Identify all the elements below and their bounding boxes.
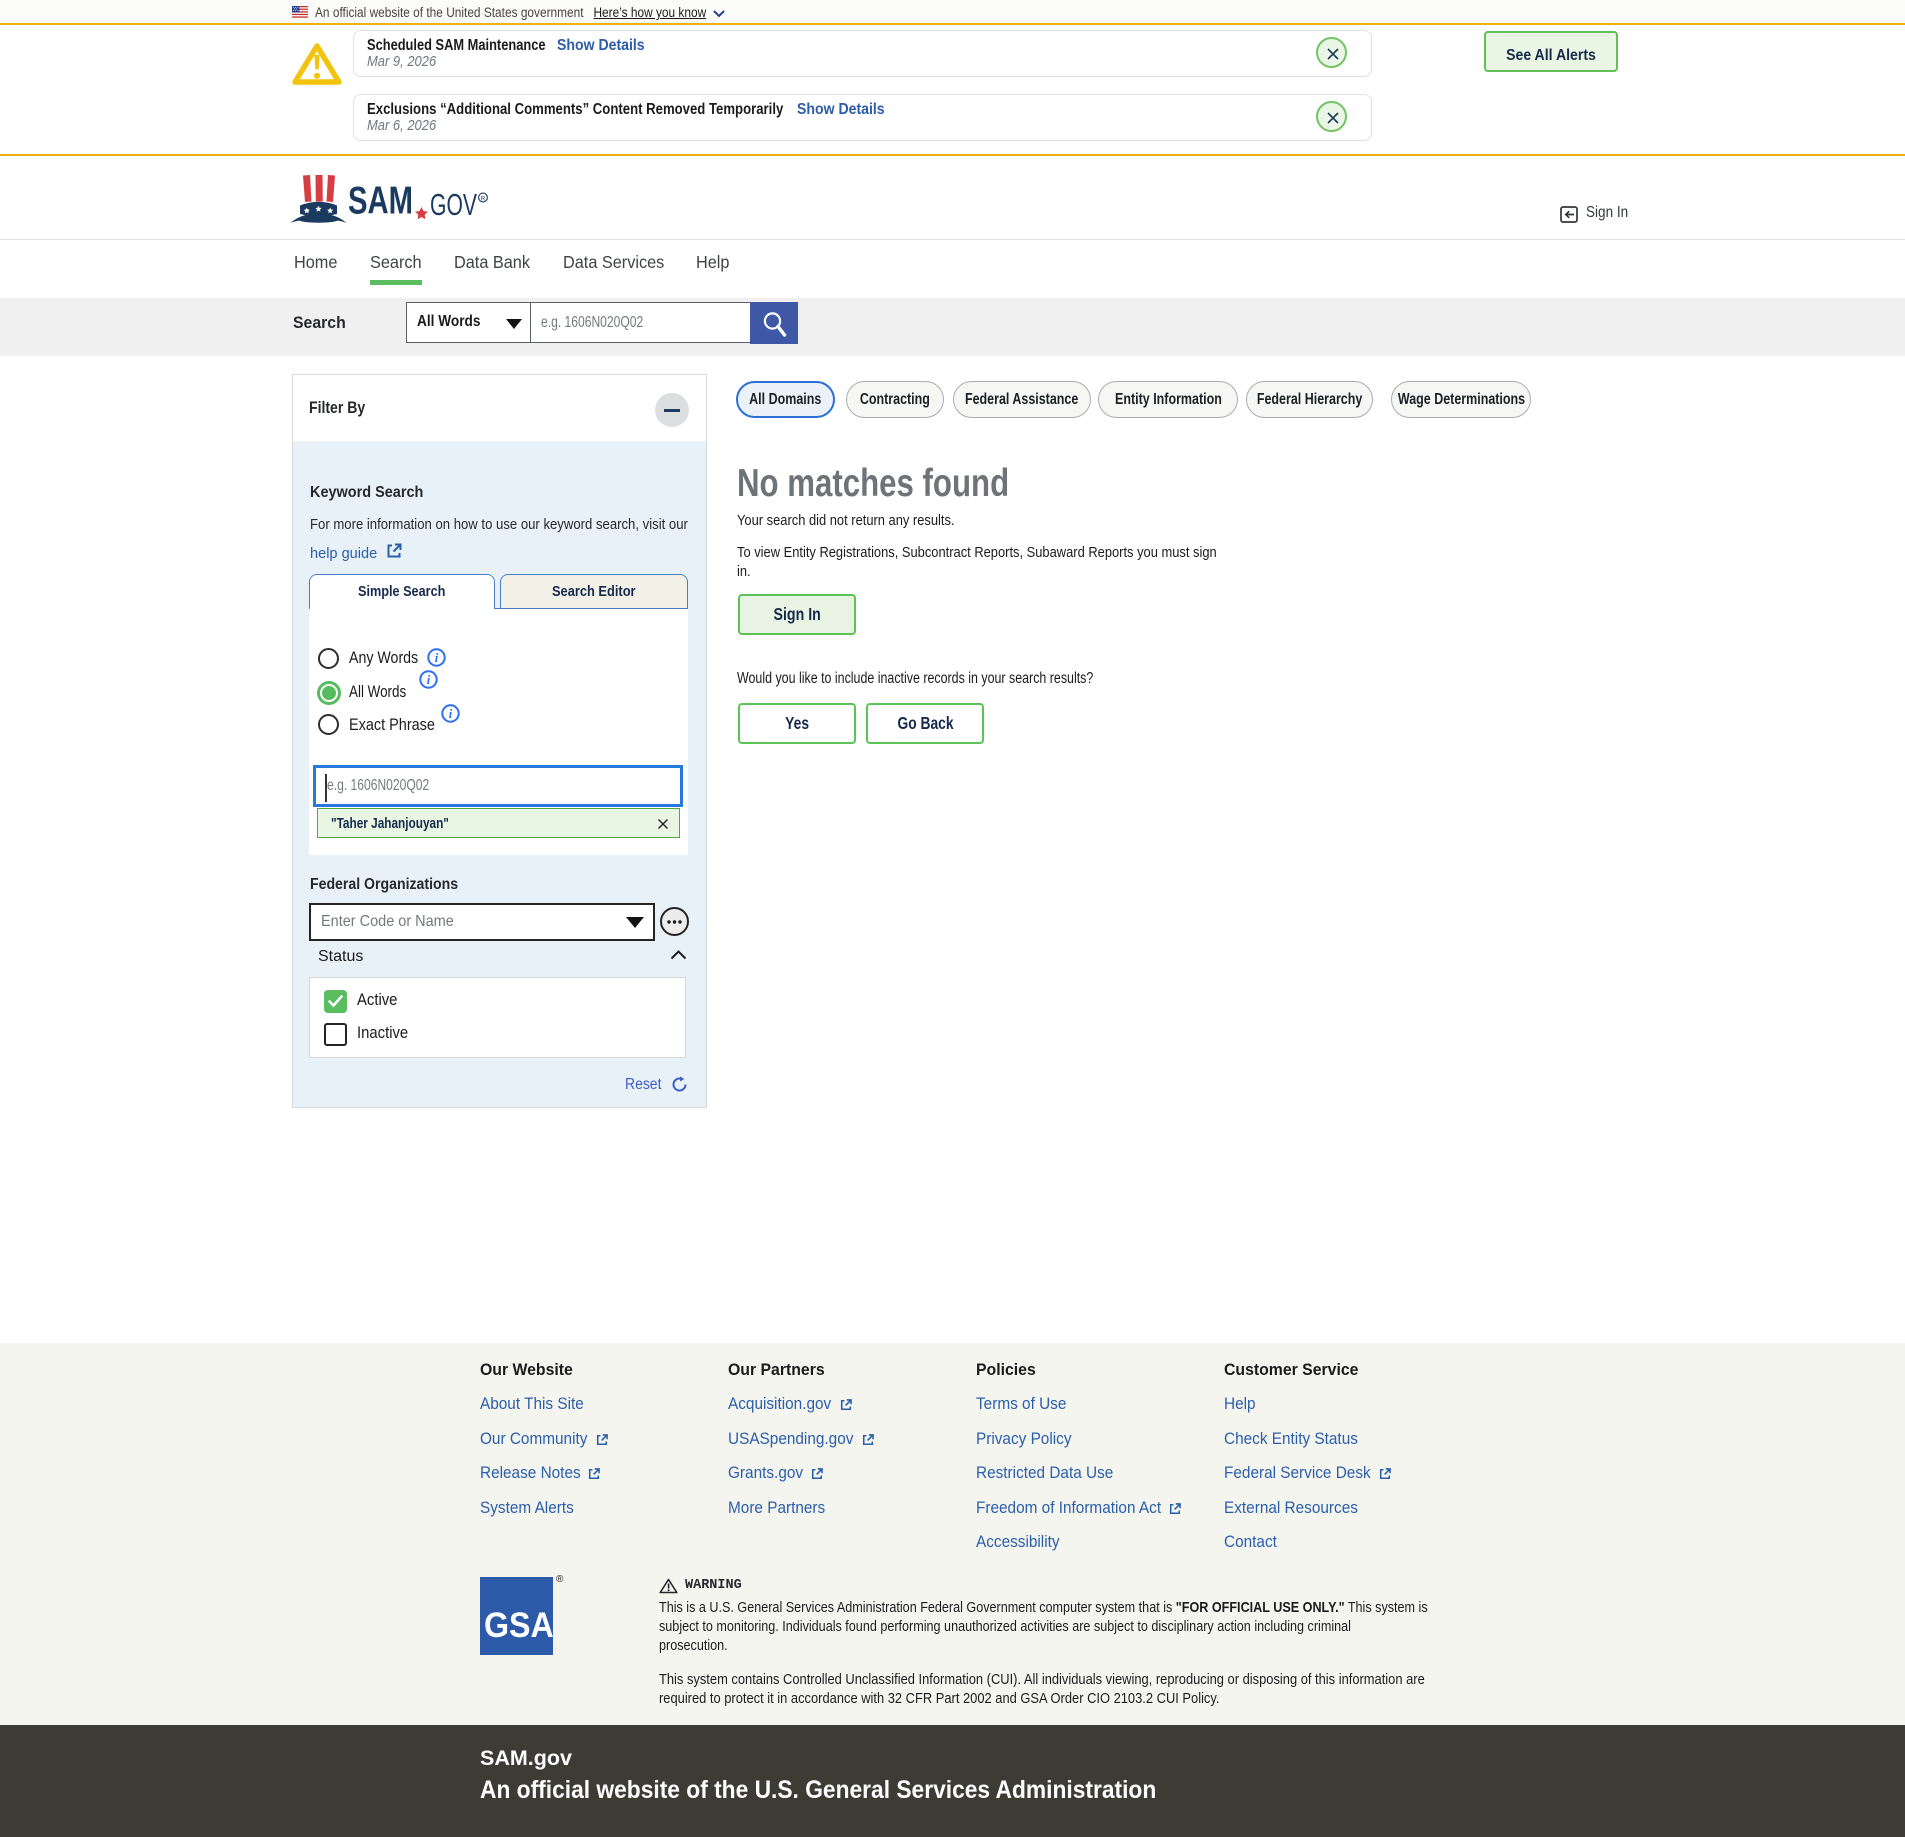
- svg-text:i: i: [449, 707, 453, 721]
- svg-text:i: i: [427, 673, 431, 687]
- svg-text:GOV: GOV: [430, 188, 477, 222]
- svg-text:i: i: [435, 651, 439, 665]
- svg-text:SAM: SAM: [348, 180, 413, 223]
- svg-text:R: R: [481, 195, 486, 202]
